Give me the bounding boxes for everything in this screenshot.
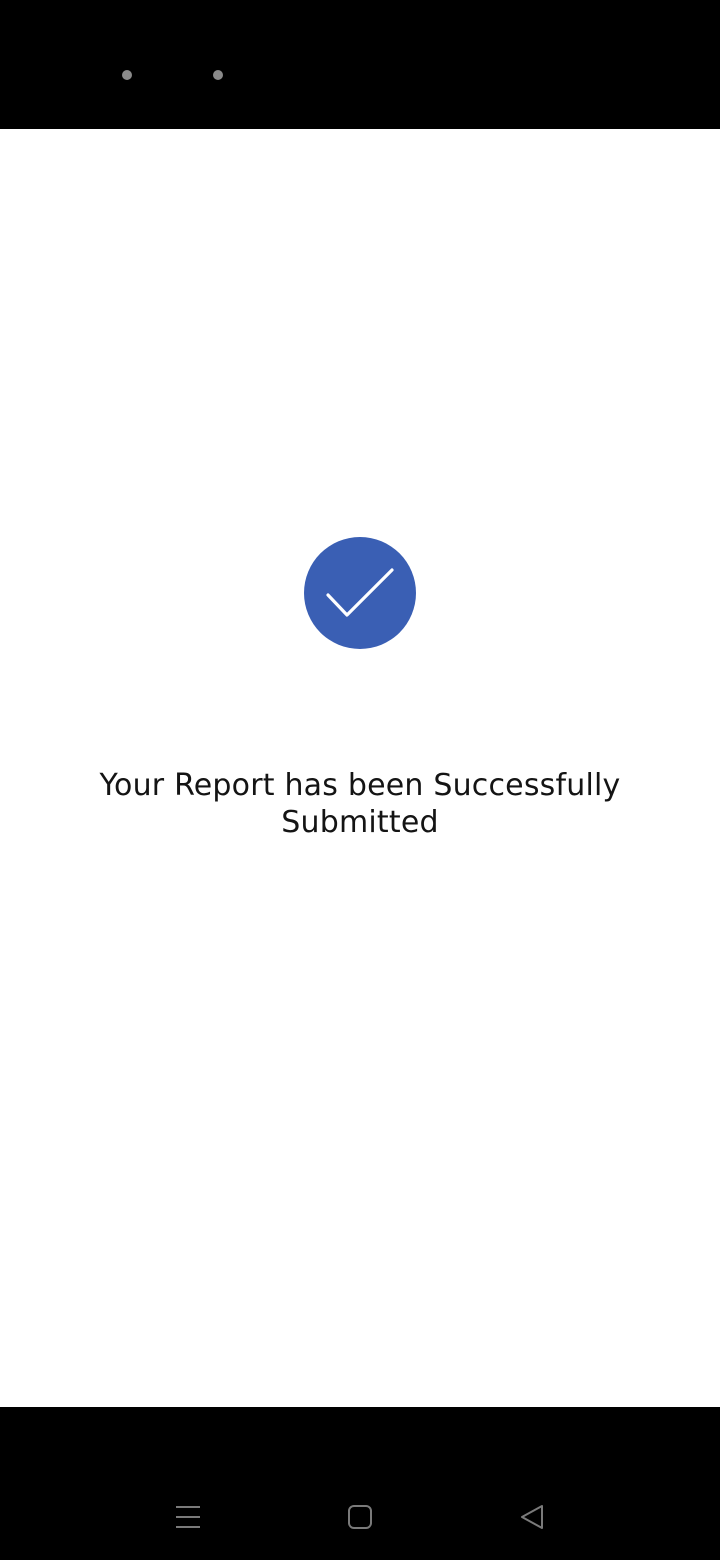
navigation-bar [0,1407,720,1560]
check-circle-icon [304,537,416,649]
menu-icon [176,1506,200,1528]
success-message: Your Report has been Successfully Submit… [99,768,621,840]
home-square-icon [348,1505,372,1529]
status-dot-icon [122,70,132,80]
back-button[interactable] [502,1487,562,1547]
back-triangle-icon [521,1505,543,1529]
status-dot-icon [213,70,223,80]
menu-button[interactable] [158,1487,218,1547]
checkmark-icon [326,568,394,617]
status-bar [0,0,720,129]
home-button[interactable] [330,1487,390,1547]
success-screen: Your Report has been Successfully Submit… [0,129,720,1407]
